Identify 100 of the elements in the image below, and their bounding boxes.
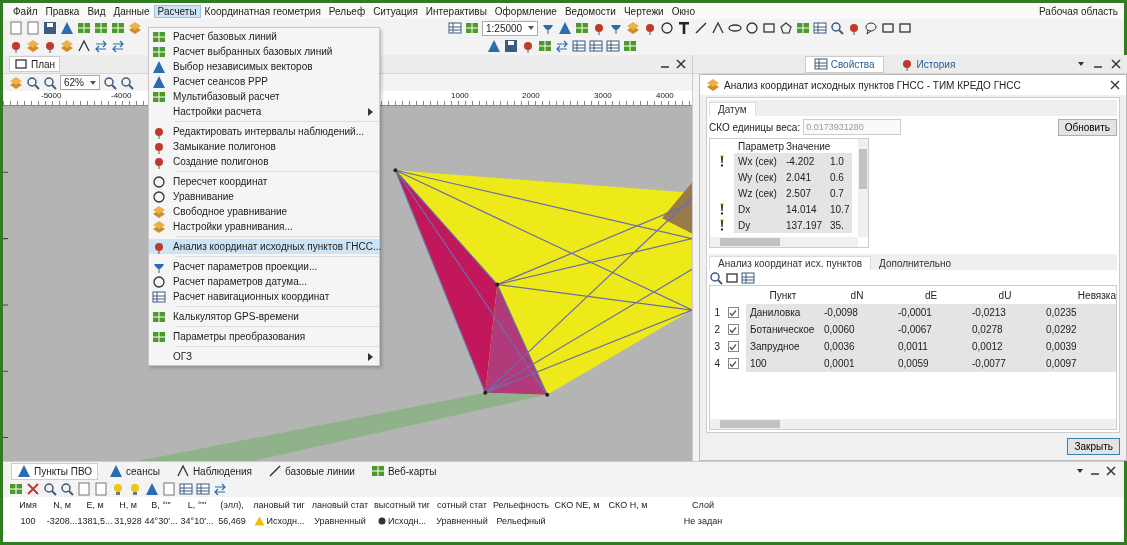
menu-item[interactable]: Создание полигонов [149,154,379,169]
checkbox[interactable] [727,358,739,369]
menu-item[interactable]: Данные [109,4,154,18]
panel-tab[interactable]: Свойства [804,55,884,73]
angle-icon[interactable] [711,21,726,35]
panel-tab[interactable]: Наблюдения [170,463,257,479]
zoom-icon[interactable] [830,21,845,35]
menu-item[interactable]: Чертежи [619,4,668,18]
cross-icon[interactable] [26,481,40,496]
menu-item[interactable]: Мультибазовый расчет [149,89,379,104]
grid-icon[interactable] [9,481,23,496]
arrows-icon[interactable] [555,39,569,53]
panel-tab[interactable]: сеансы [104,463,165,479]
panel-tab[interactable]: История [891,56,964,72]
menu-item[interactable]: Интерактивы [421,4,491,18]
menu-item[interactable]: Расчет выбранных базовых линий [149,44,379,59]
zoom-dropdown[interactable]: 62% [60,75,100,90]
checkbox[interactable] [727,307,739,318]
rectangle-icon[interactable] [725,270,739,285]
tab[interactable]: Датум [709,102,756,116]
rectangle-icon[interactable] [881,21,896,35]
grid-icon[interactable] [465,21,479,35]
table-icon[interactable] [448,21,462,35]
panel-tab[interactable]: базовые линии [263,463,360,479]
horizontal-scrollbar[interactable] [710,237,858,247]
close-icon[interactable] [1106,466,1116,476]
refresh-button[interactable]: Обновить [1057,118,1117,136]
zoom-icon[interactable] [120,75,134,90]
plan-tab[interactable]: План [9,56,61,72]
pentagon-icon[interactable] [779,21,794,35]
menu-item[interactable]: Правка [41,4,84,18]
menu-item[interactable]: Координатная геометрия [200,4,325,18]
angle-icon[interactable] [77,39,91,53]
menu-item[interactable]: Выбор независимых векторов [149,59,379,74]
arrows-icon[interactable] [94,39,108,53]
tab[interactable]: Дополнительно [871,257,960,270]
chat-icon[interactable] [864,21,879,35]
menu-item[interactable]: Свободное уравнивание [149,204,379,219]
ellipse-icon[interactable] [728,21,743,35]
triangle-icon[interactable] [487,39,501,53]
zoom-icon[interactable] [103,75,117,90]
menu-item[interactable]: Анализ координат исходных пунктов ГНСС... [149,239,379,254]
panel-tab[interactable]: Веб-карты [365,463,442,479]
close-icon[interactable] [1110,80,1120,90]
rectangle-icon[interactable] [762,21,777,35]
menu-item[interactable]: ОГЗ [149,349,379,364]
grid-icon[interactable] [111,21,125,35]
text-tool-icon[interactable] [677,21,692,35]
bulb-icon[interactable] [111,481,125,496]
circle-icon[interactable] [660,21,675,35]
point-icon[interactable] [43,39,57,53]
bulb-icon[interactable] [128,481,142,496]
menu-item[interactable]: Файл [9,4,42,18]
menu-item[interactable]: Редактировать интервалы наблюдений... [149,124,379,139]
point-icon[interactable] [9,39,23,53]
zoom-icon[interactable] [60,481,74,496]
menu-item[interactable]: Ситуация [369,4,422,18]
menu-item[interactable]: Уравнивание [149,189,379,204]
arrows-icon[interactable] [111,39,125,53]
menu-item[interactable]: Расчет параметров проекции... [149,259,379,274]
menu-item[interactable]: Расчет базовых линий [149,29,379,44]
tab[interactable]: Анализ координат исх. пунктов [709,256,872,270]
point-icon[interactable] [521,39,535,53]
vertical-scrollbar[interactable] [858,139,868,237]
menu-item[interactable]: Замыкание полигонов [149,139,379,154]
grid-icon[interactable] [623,39,637,53]
menu-item[interactable]: Рельеф [324,4,370,18]
checkbox[interactable] [727,341,739,352]
menu-item[interactable]: Расчет навигационных координат [149,289,379,304]
menu-item[interactable]: Параметры преобразования [149,329,379,344]
workspace-label[interactable]: Рабочая область [1039,5,1124,17]
zoom-icon[interactable] [43,75,57,90]
panel-tab[interactable]: Пункты ПВО [11,462,99,480]
menu-item[interactable]: Настройки расчета [149,104,379,119]
horizontal-scrollbar[interactable] [710,419,1116,429]
menu-item[interactable]: Расчет сеансов PPP [149,74,379,89]
scale-dropdown[interactable]: 1:25000 [482,20,539,36]
triangle-icon[interactable] [558,21,573,35]
grid-icon[interactable] [575,21,590,35]
triangle-icon[interactable] [145,481,159,496]
close-button[interactable]: Закрыть [1067,438,1120,455]
table-icon[interactable] [196,481,210,496]
grid-icon[interactable] [538,39,552,53]
menu-item[interactable]: Калькулятор GPS-времени [149,309,379,324]
table-icon[interactable] [813,21,828,35]
checkbox[interactable] [727,324,739,335]
arrows-icon[interactable] [213,481,227,496]
menu-item[interactable]: Оформление [490,4,561,18]
menu-item[interactable]: Вид [83,4,110,18]
zoom-icon[interactable] [26,75,40,90]
table-icon[interactable] [572,39,586,53]
table-icon[interactable] [589,39,603,53]
zoom-icon[interactable] [709,270,723,285]
menu-item[interactable]: Окно [667,4,699,18]
layers-icon[interactable] [128,21,142,35]
table-icon[interactable] [606,39,620,53]
table-icon[interactable] [741,270,755,285]
menu-item[interactable]: Настройки уравнивания... [149,219,379,234]
triangle-icon[interactable] [60,21,74,35]
menu-item[interactable]: Пересчет координат [149,174,379,189]
